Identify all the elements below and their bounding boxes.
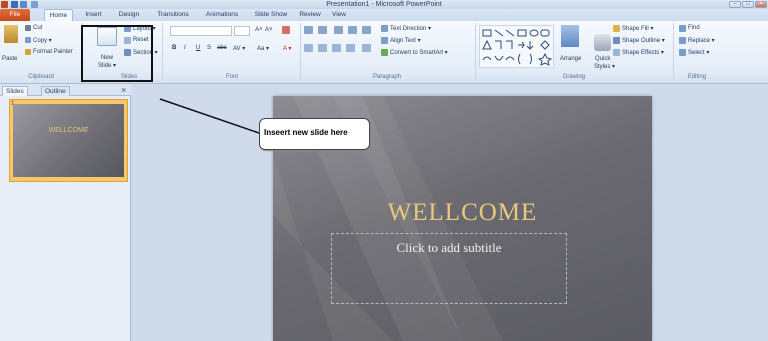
- annotation-arrow: [159, 98, 260, 134]
- annotation-callout-text: Inseert new slide here: [264, 128, 348, 137]
